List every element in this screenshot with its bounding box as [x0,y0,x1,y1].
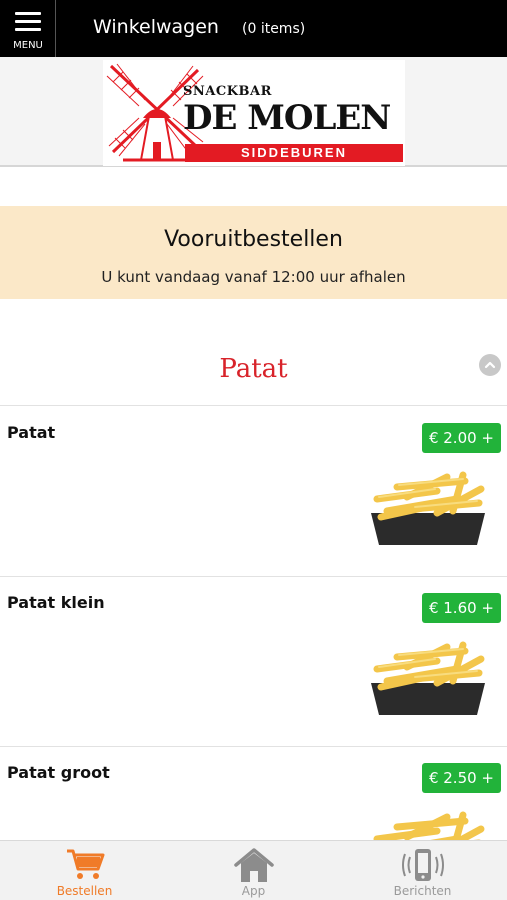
logo-snackbar-text: SNACKBAR [183,84,272,99]
preorder-banner: Vooruitbestellen U kunt vandaag vanaf 12… [0,206,507,299]
logo-place-bar: SIDDEBUREN [185,144,403,162]
top-bar: MENU Winkelwagen (0 items) [0,0,507,57]
bottom-nav: Bestellen App Berichten [0,840,507,900]
cart-icon [66,849,104,879]
nav-label: App [241,884,266,898]
cart-title[interactable]: Winkelwagen [93,16,219,38]
category-header[interactable]: Patat [0,340,507,406]
preorder-subtitle: U kunt vandaag vanaf 12:00 uur afhalen [101,268,406,286]
price-button[interactable]: € 1.60 + [421,593,501,623]
home-icon [233,848,274,882]
logo: SNACKBAR DE MOLEN SIDDEBUREN [103,60,405,166]
product-name: Patat klein [7,593,105,612]
nav-app[interactable]: App [169,841,338,900]
phone-vibrate-icon [401,849,444,881]
collapse-button[interactable] [479,354,501,376]
cart-count[interactable]: (0 items) [242,21,305,37]
nav-label: Berichten [393,884,452,898]
menu-label: MENU [13,40,43,51]
logo-band: SNACKBAR DE MOLEN SIDDEBUREN [0,57,507,167]
hamburger-icon [15,12,41,36]
product-name: Patat groot [7,763,110,782]
fries-image [371,641,485,715]
nav-label: Bestellen [56,884,113,898]
product-row[interactable]: Patat € 2.00 + [0,407,507,577]
nav-bestellen[interactable]: Bestellen [0,841,169,900]
menu-button[interactable]: MENU [0,0,56,57]
preorder-title: Vooruitbestellen [164,227,343,252]
logo-name-text: DE MOLEN [183,98,391,138]
product-name: Patat [7,423,56,442]
logo-place-text: SIDDEBUREN [241,145,347,160]
fries-image [371,471,485,545]
nav-berichten[interactable]: Berichten [338,841,507,900]
category-title: Patat [219,354,288,384]
chevron-up-icon [484,361,496,369]
product-row[interactable]: Patat klein € 1.60 + [0,577,507,747]
price-button[interactable]: € 2.50 + [421,763,501,793]
price-button[interactable]: € 2.00 + [421,423,501,453]
